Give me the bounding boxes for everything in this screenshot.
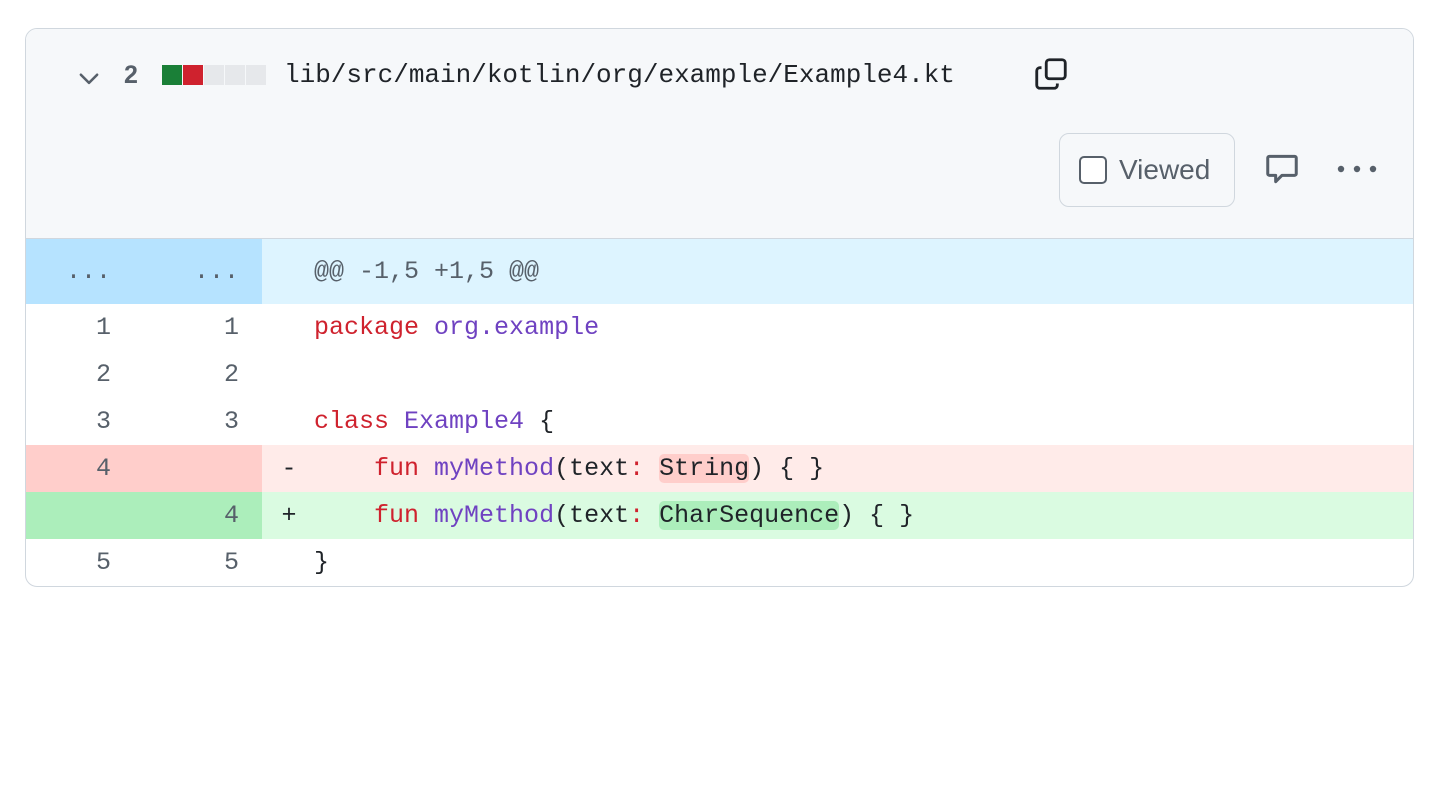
hunk-header-row[interactable]: ... ... @@ -1,5 +1,5 @@: [26, 239, 1413, 304]
diff-marker: [262, 304, 302, 351]
diff-line: 3 3 class Example4 {: [26, 398, 1413, 445]
code-text: {: [524, 407, 555, 436]
chevron-down-icon[interactable]: [74, 63, 104, 93]
diff-line: 2 2: [26, 351, 1413, 398]
old-line-number[interactable]: 3: [26, 398, 144, 445]
diff-marker: [262, 539, 302, 586]
new-line-number[interactable]: 3: [144, 398, 262, 445]
viewed-checkbox[interactable]: [1079, 156, 1107, 184]
code-text: }: [314, 548, 330, 577]
diff-marker: [262, 398, 302, 445]
hunk-header-text: @@ -1,5 +1,5 @@: [302, 239, 1413, 304]
old-line-number[interactable]: 5: [26, 539, 144, 586]
code-entity: org.example: [434, 313, 600, 342]
new-line-number[interactable]: [144, 445, 262, 492]
code-keyword: fun: [374, 454, 420, 483]
code-text: ) { }: [749, 454, 825, 483]
deleted-word-highlight: String: [659, 454, 750, 483]
diff-marker-minus: -: [262, 445, 302, 492]
hunk-expand-old[interactable]: ...: [26, 239, 144, 304]
code-punctuation: :: [629, 501, 645, 530]
comment-icon[interactable]: [1262, 149, 1302, 189]
diffstat-neutral-block: [204, 65, 224, 85]
diffstat-bar: [162, 65, 266, 85]
code-keyword: fun: [374, 501, 420, 530]
code-line: }: [302, 539, 1413, 586]
code-line: [302, 351, 1413, 398]
diff-file-card: 2 lib/src/main/kotlin/org/example/Exampl…: [25, 28, 1414, 587]
diff-line: 1 1 package org.example: [26, 304, 1413, 351]
code-line: class Example4 {: [302, 398, 1413, 445]
kebab-horizontal-icon[interactable]: [1332, 149, 1382, 189]
new-line-number[interactable]: 2: [144, 351, 262, 398]
deleted-line: 4 - fun myMethod(text: String) { }: [26, 445, 1413, 492]
change-count: 2: [124, 61, 138, 89]
diff-marker-plus: +: [262, 492, 302, 539]
old-line-number[interactable]: 2: [26, 351, 144, 398]
diff-marker: [262, 239, 302, 304]
new-line-number[interactable]: 1: [144, 304, 262, 351]
code-punctuation: :: [629, 454, 645, 483]
old-line-number[interactable]: 4: [26, 445, 144, 492]
code-keyword: class: [314, 407, 390, 436]
code-line: fun myMethod(text: CharSequence) { }: [302, 492, 1413, 539]
old-line-number[interactable]: 1: [26, 304, 144, 351]
code-text: (text: [554, 501, 630, 530]
copy-icon[interactable]: [1030, 53, 1072, 95]
file-header: 2 lib/src/main/kotlin/org/example/Exampl…: [26, 29, 1413, 239]
diff-marker: [262, 351, 302, 398]
new-line-number[interactable]: 4: [144, 492, 262, 539]
added-line: 4 + fun myMethod(text: CharSequence) { }: [26, 492, 1413, 539]
hunk-expand-new[interactable]: ...: [144, 239, 262, 304]
code-line: package org.example: [302, 304, 1413, 351]
code-text: ) { }: [839, 501, 915, 530]
old-line-number[interactable]: [26, 492, 144, 539]
diffstat-neutral-block: [246, 65, 266, 85]
code-line: fun myMethod(text: String) { }: [302, 445, 1413, 492]
diffstat-neutral-block: [225, 65, 245, 85]
added-word-highlight: CharSequence: [659, 501, 840, 530]
file-path-link[interactable]: lib/src/main/kotlin/org/example/Example4…: [284, 58, 955, 92]
viewed-label: Viewed: [1119, 154, 1211, 185]
diffstat-added-block: [162, 65, 182, 85]
diff-table: ... ... @@ -1,5 +1,5 @@ 1 1 package org.…: [26, 239, 1413, 586]
new-line-number[interactable]: 5: [144, 539, 262, 586]
diff-line: 5 5 }: [26, 539, 1413, 586]
diffstat-deleted-block: [183, 65, 203, 85]
code-keyword: package: [314, 313, 420, 342]
code-entity: Example4: [404, 407, 525, 436]
code-entity: myMethod: [434, 501, 555, 530]
viewed-button[interactable]: Viewed: [1059, 133, 1235, 207]
code-entity: myMethod: [434, 454, 555, 483]
code-text: (text: [554, 454, 630, 483]
